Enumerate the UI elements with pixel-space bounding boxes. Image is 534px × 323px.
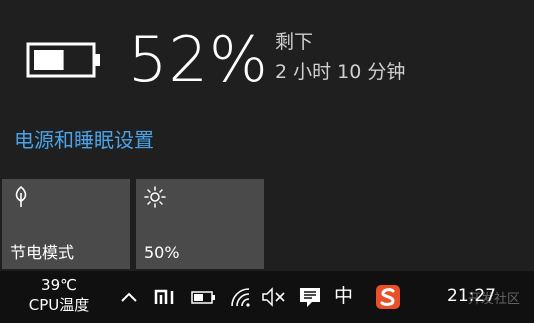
sogou-icon[interactable]	[375, 284, 401, 310]
battery-flyout: 52% 剩下 2 小时 10 分钟 电源和睡眠设置 节电模式 50%	[0, 0, 534, 271]
battery-percent: 52%	[128, 23, 269, 96]
leaf-icon	[15, 185, 27, 207]
wifi-icon[interactable]	[229, 286, 253, 308]
watermark: 开发社区	[468, 292, 521, 307]
battery-level-icon	[26, 42, 100, 78]
battery-icon[interactable]	[191, 286, 217, 308]
brightness-tile[interactable]: 50%	[136, 179, 264, 269]
battery-saver-tile[interactable]: 节电模式	[2, 179, 130, 269]
cpu-temperature-value: 39℃	[41, 276, 77, 294]
remaining-time: 2 小时 10 分钟	[275, 61, 406, 83]
brightness-label: 50%	[144, 243, 180, 262]
notification-icon[interactable]	[298, 286, 322, 308]
taskbar: 39℃ CPU温度 中 21:27 开发社区	[0, 271, 534, 323]
volume-muted-icon[interactable]	[261, 286, 287, 308]
ime-icon[interactable]: 中	[334, 284, 358, 307]
battery-saver-label: 节电模式	[10, 243, 75, 262]
brightness-icon	[144, 186, 166, 208]
cpu-temperature-label: CPU温度	[28, 296, 90, 314]
cpu-temperature-widget[interactable]: 39℃ CPU温度	[22, 275, 96, 315]
remaining-label: 剩下	[275, 31, 314, 53]
power-sleep-settings-link[interactable]: 电源和睡眠设置	[14, 127, 154, 153]
mi-icon[interactable]	[154, 286, 180, 308]
chevron-up-icon[interactable]	[119, 286, 139, 308]
